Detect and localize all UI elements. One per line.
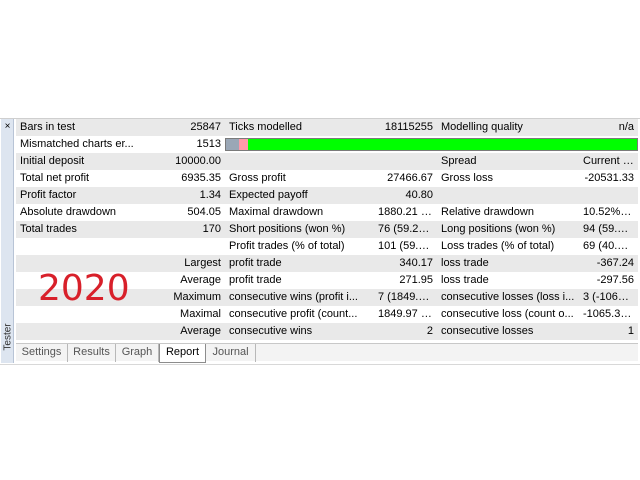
label-average-loss-trade: loss trade bbox=[437, 272, 579, 289]
tab-report[interactable]: Report bbox=[159, 344, 206, 363]
table-row: Profit factor 1.34 Expected payoff 40.80 bbox=[16, 187, 638, 204]
label-largest-profit-trade: profit trade bbox=[225, 255, 374, 272]
table-row: Absolute drawdown 504.05 Maximal drawdow… bbox=[16, 204, 638, 221]
label-total-net-profit: Total net profit bbox=[16, 170, 165, 187]
value-initial-deposit: 10000.00 bbox=[165, 153, 225, 170]
label-total-trades: Total trades bbox=[16, 221, 165, 238]
label-gross-profit: Gross profit bbox=[225, 170, 374, 187]
tab-results[interactable]: Results bbox=[68, 344, 116, 362]
label-maximal: Maximal bbox=[165, 306, 225, 323]
modelling-quality-bar bbox=[225, 138, 638, 151]
label-maximum: Maximum bbox=[165, 289, 225, 306]
value-total-net-profit: 6935.35 bbox=[165, 170, 225, 187]
label-largest: Largest bbox=[165, 255, 225, 272]
label-profit-trades: Profit trades (% of total) bbox=[225, 238, 374, 255]
value-gross-profit: 27466.67 bbox=[374, 170, 437, 187]
value-largest-profit-trade: 340.17 bbox=[374, 255, 437, 272]
table-row: Mismatched charts er... 1513 bbox=[16, 136, 638, 153]
value-loss-trades: 69 (40.59%) bbox=[579, 238, 638, 255]
divider bbox=[0, 364, 640, 365]
label-modelling-quality: Modelling quality bbox=[437, 119, 579, 136]
tester-title: Tester bbox=[1, 315, 14, 359]
label-gross-loss: Gross loss bbox=[437, 170, 579, 187]
value-profit-factor: 1.34 bbox=[165, 187, 225, 204]
value-average-consecutive-wins: 2 bbox=[374, 323, 437, 340]
modelling-quality-cell bbox=[225, 136, 638, 153]
table-row: Total trades 170 Short positions (won %)… bbox=[16, 221, 638, 238]
value-expected-payoff: 40.80 bbox=[374, 187, 437, 204]
label-average-profit-trade: profit trade bbox=[225, 272, 374, 289]
value-average-consecutive-losses: 1 bbox=[579, 323, 638, 340]
table-row: Total net profit 6935.35 Gross profit 27… bbox=[16, 170, 638, 187]
label-max-consecutive-wins: consecutive wins (profit i... bbox=[225, 289, 374, 306]
value-maximal-consecutive-profit: 1849.97 (7) bbox=[374, 306, 437, 323]
label-relative-drawdown: Relative drawdown bbox=[437, 204, 579, 221]
label-absolute-drawdown: Absolute drawdown bbox=[16, 204, 165, 221]
label-average-consecutive-losses: consecutive losses bbox=[437, 323, 579, 340]
tester-panel: × Tester Bars in test 25847 Ticks modell… bbox=[0, 118, 640, 364]
value-profit-trades: 101 (59.41%) bbox=[374, 238, 437, 255]
label-maximal-consecutive-loss: consecutive loss (count o... bbox=[437, 306, 579, 323]
value-average-profit-trade: 271.95 bbox=[374, 272, 437, 289]
tester-title-text: Tester bbox=[2, 323, 13, 351]
tab-settings[interactable]: Settings bbox=[16, 344, 68, 362]
value-average-loss-trade: -297.56 bbox=[579, 272, 638, 289]
value-spread: Current (0) bbox=[579, 153, 638, 170]
quality-bar-pink-segment bbox=[239, 139, 248, 150]
value-largest-loss-trade: -367.24 bbox=[579, 255, 638, 272]
label-bars-in-test: Bars in test bbox=[16, 119, 165, 136]
label-maximal-consecutive-profit: consecutive profit (count... bbox=[225, 306, 374, 323]
label-average-2: Average bbox=[165, 323, 225, 340]
year-watermark: 2020 bbox=[38, 268, 130, 309]
value-gross-loss: -20531.33 bbox=[579, 170, 638, 187]
quality-bar-gray-segment bbox=[226, 139, 239, 150]
label-mismatched-charts: Mismatched charts er... bbox=[16, 136, 165, 153]
value-maximal-drawdown: 1880.21 (10.5... bbox=[374, 204, 437, 221]
label-short-positions: Short positions (won %) bbox=[225, 221, 374, 238]
tester-tabs: Settings Results Graph Report Journal bbox=[16, 343, 638, 363]
label-profit-factor: Profit factor bbox=[16, 187, 165, 204]
label-maximal-drawdown: Maximal drawdown bbox=[225, 204, 374, 221]
tab-graph[interactable]: Graph bbox=[116, 344, 159, 362]
close-icon[interactable]: × bbox=[1, 120, 14, 133]
label-largest-loss-trade: loss trade bbox=[437, 255, 579, 272]
label-max-consecutive-losses: consecutive losses (loss i... bbox=[437, 289, 579, 306]
value-long-positions: 94 (59.57%) bbox=[579, 221, 638, 238]
table-row: Initial deposit 10000.00 Spread Current … bbox=[16, 153, 638, 170]
label-loss-trades: Loss trades (% of total) bbox=[437, 238, 579, 255]
table-row: Profit trades (% of total) 101 (59.41%) … bbox=[16, 238, 638, 255]
table-row: Bars in test 25847 Ticks modelled 181152… bbox=[16, 119, 638, 136]
value-ticks-modelled: 18115255 bbox=[374, 119, 437, 136]
tab-journal[interactable]: Journal bbox=[206, 344, 256, 362]
value-absolute-drawdown: 504.05 bbox=[165, 204, 225, 221]
value-maximal-consecutive-loss: -1065.31 (3) bbox=[579, 306, 638, 323]
value-max-consecutive-wins: 7 (1849.97) bbox=[374, 289, 437, 306]
value-bars-in-test: 25847 bbox=[165, 119, 225, 136]
tester-sidebar: × Tester bbox=[1, 119, 14, 363]
value-relative-drawdown: 10.52% (1880.... bbox=[579, 204, 638, 221]
label-long-positions: Long positions (won %) bbox=[437, 221, 579, 238]
value-short-positions: 76 (59.21%) bbox=[374, 221, 437, 238]
label-average: Average bbox=[165, 272, 225, 289]
label-expected-payoff: Expected payoff bbox=[225, 187, 374, 204]
label-initial-deposit: Initial deposit bbox=[16, 153, 165, 170]
label-ticks-modelled: Ticks modelled bbox=[225, 119, 374, 136]
value-total-trades: 170 bbox=[165, 221, 225, 238]
value-max-consecutive-losses: 3 (-1065.31) bbox=[579, 289, 638, 306]
label-spread: Spread bbox=[437, 153, 579, 170]
table-row: Average consecutive wins 2 consecutive l… bbox=[16, 323, 638, 340]
label-average-consecutive-wins: consecutive wins bbox=[225, 323, 374, 340]
value-mismatched-charts: 1513 bbox=[165, 136, 225, 153]
value-modelling-quality: n/a bbox=[579, 119, 638, 136]
